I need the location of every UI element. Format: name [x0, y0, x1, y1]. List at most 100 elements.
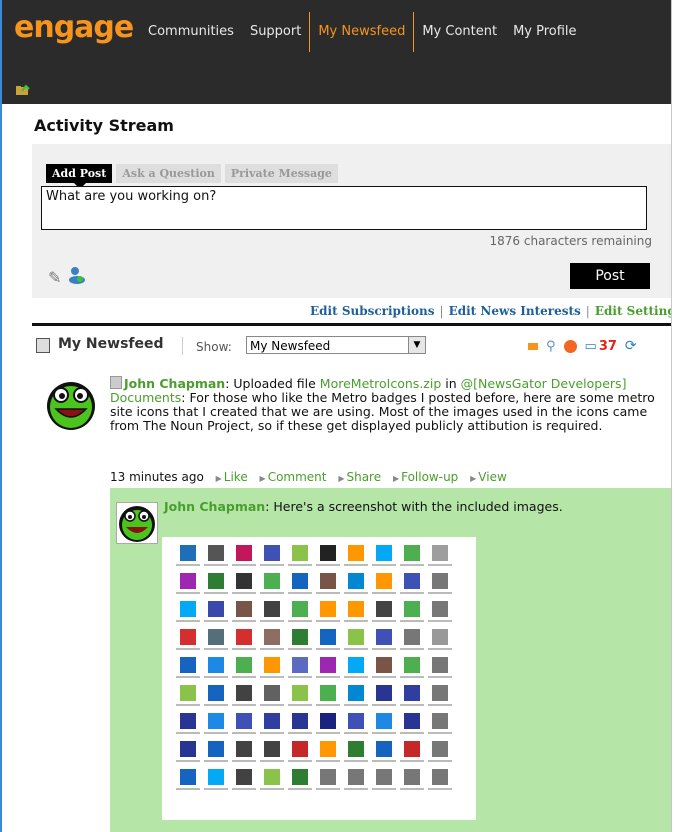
metro-icon [376, 601, 392, 617]
chevron-down-icon[interactable]: ▼ [408, 337, 425, 353]
metro-icon [236, 713, 252, 729]
metro-icon-thumb [426, 769, 454, 797]
metro-icon [180, 601, 196, 617]
metro-icon-thumb [202, 545, 230, 573]
metro-icon-thumb [398, 629, 426, 657]
metro-icon-thumb [286, 685, 314, 713]
icon-caption [344, 760, 368, 762]
metro-icon-thumb [174, 769, 202, 797]
edit-news-interests-link[interactable]: Edit News Interests [449, 304, 581, 318]
icon-caption [260, 620, 284, 622]
nav-my-content[interactable]: My Content [414, 12, 505, 52]
tab-private-message[interactable]: Private Message [224, 164, 338, 183]
metro-icon [404, 713, 420, 729]
metro-icon-thumb [398, 657, 426, 685]
icon-caption [372, 592, 396, 594]
edit-settings-link[interactable]: Edit Settings [595, 304, 671, 318]
metro-icon [264, 601, 280, 617]
avatar[interactable] [46, 381, 96, 431]
metro-icon-thumb [258, 545, 286, 573]
tab-add-post[interactable]: Add Post [46, 164, 113, 189]
metro-icon [236, 601, 252, 617]
metro-icon [376, 685, 392, 701]
icon-caption [428, 592, 452, 594]
post-text: : Uploaded file [225, 376, 320, 391]
metro-icon [208, 657, 224, 673]
nav-support[interactable]: Support [242, 12, 309, 52]
metro-icon-thumb [202, 573, 230, 601]
metro-icon-thumb [314, 769, 342, 797]
arrow-icon: ▶ [392, 474, 400, 483]
icon-caption [260, 788, 284, 790]
arrow-icon: ▶ [470, 474, 477, 483]
metro-icon-thumb [174, 545, 202, 573]
metro-icon [208, 573, 224, 589]
screenshot-image[interactable] [162, 537, 476, 820]
nav-my-newsfeed[interactable]: My Newsfeed [309, 12, 415, 52]
attachment-icon[interactable]: ✎ [48, 268, 61, 287]
people-icon[interactable] [68, 266, 86, 284]
metro-icon [236, 741, 252, 757]
icon-caption [288, 564, 312, 566]
follow-up-link[interactable]: ▶ Follow-up [393, 470, 458, 484]
search-icon[interactable]: ⚲ [546, 339, 556, 354]
edit-subscriptions-link[interactable]: Edit Subscriptions [310, 304, 435, 318]
metro-icon [208, 769, 224, 785]
status-dot-icon[interactable] [563, 339, 577, 353]
metro-icon [292, 629, 308, 645]
nav-communities[interactable]: Communities [140, 12, 242, 52]
comment-link[interactable]: ▶ Comment [260, 470, 327, 484]
metro-icon-thumb [230, 685, 258, 713]
metro-icon [292, 601, 308, 617]
metro-icon-thumb [398, 685, 426, 713]
icon-caption [372, 648, 396, 650]
metro-icon-thumb [286, 657, 314, 685]
metro-icon-thumb [258, 601, 286, 629]
metro-icon [208, 545, 224, 561]
engage-logo[interactable]: engage [14, 13, 134, 43]
metro-icon-thumb [398, 769, 426, 797]
nav-my-profile[interactable]: My Profile [505, 12, 584, 52]
post-author[interactable]: John Chapman [124, 376, 225, 391]
icon-caption [232, 676, 256, 678]
post-text: in [441, 376, 461, 391]
metro-icon-thumb [286, 629, 314, 657]
metro-icon [264, 545, 280, 561]
icon-caption [260, 676, 284, 678]
metro-icon-thumb [202, 601, 230, 629]
comment-label: Comment [267, 470, 327, 484]
post-button[interactable]: Post [570, 263, 650, 289]
metro-icon-thumb [258, 629, 286, 657]
metro-icon [348, 545, 364, 561]
arrow-icon: ▶ [215, 474, 222, 483]
metro-icon [208, 601, 224, 617]
comment-avatar[interactable] [116, 502, 158, 544]
icon-caption [344, 592, 368, 594]
quick-links-icon[interactable] [16, 84, 30, 96]
icon-caption [372, 564, 396, 566]
like-link[interactable]: ▶ Like [216, 470, 248, 484]
metro-icon [404, 629, 420, 645]
metro-icon-thumb [286, 741, 314, 769]
metro-icon-thumb [342, 657, 370, 685]
comment-author[interactable]: John Chapman [164, 499, 265, 514]
divider: | [585, 304, 590, 318]
comment-icon[interactable]: ▭ [585, 339, 597, 354]
post-file-link[interactable]: MoreMetroIcons.zip [320, 376, 441, 391]
tab-ask-question[interactable]: Ask a Question [116, 164, 221, 183]
metro-icon [376, 769, 392, 785]
metro-icon [432, 629, 448, 645]
metro-icon-thumb [370, 601, 398, 629]
icon-caption [316, 788, 340, 790]
metro-icon [180, 545, 196, 561]
icon-caption [428, 704, 452, 706]
show-select[interactable]: My Newsfeed ▼ [246, 336, 426, 354]
refresh-icon[interactable]: ⟳ [625, 338, 637, 354]
icon-caption [316, 704, 340, 706]
post-input[interactable] [41, 186, 647, 230]
view-link[interactable]: ▶ View [470, 470, 507, 484]
pencil-icon[interactable] [528, 342, 538, 350]
share-link[interactable]: ▶ Share [338, 470, 381, 484]
metro-icon-thumb [258, 741, 286, 769]
metro-icon-thumb [370, 741, 398, 769]
